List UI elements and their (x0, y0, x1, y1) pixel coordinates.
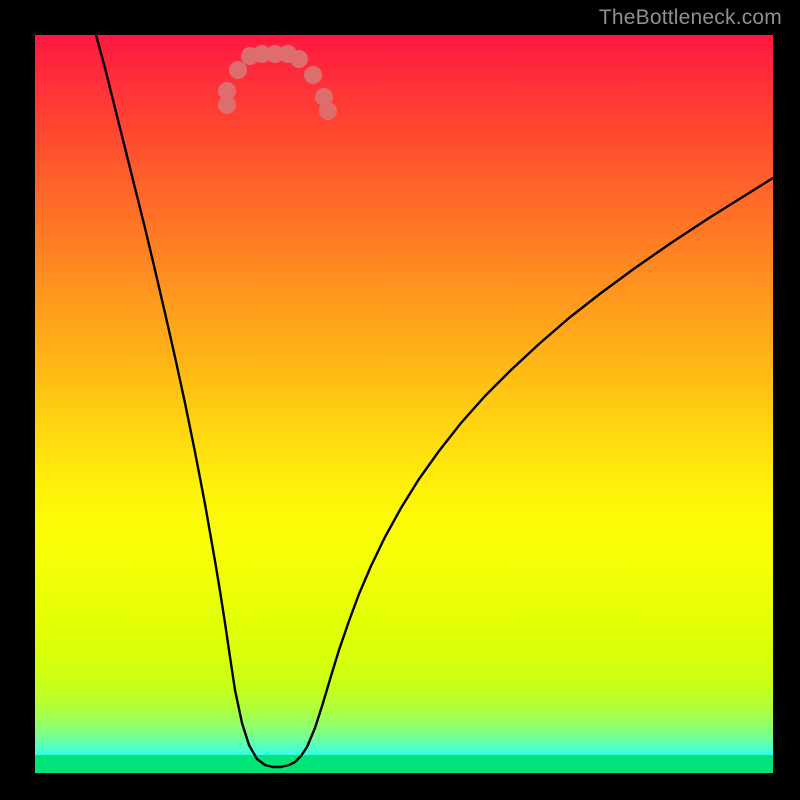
watermark-text: TheBottleneck.com (599, 6, 782, 30)
bottom-band (35, 755, 773, 773)
plot-area (35, 35, 773, 773)
